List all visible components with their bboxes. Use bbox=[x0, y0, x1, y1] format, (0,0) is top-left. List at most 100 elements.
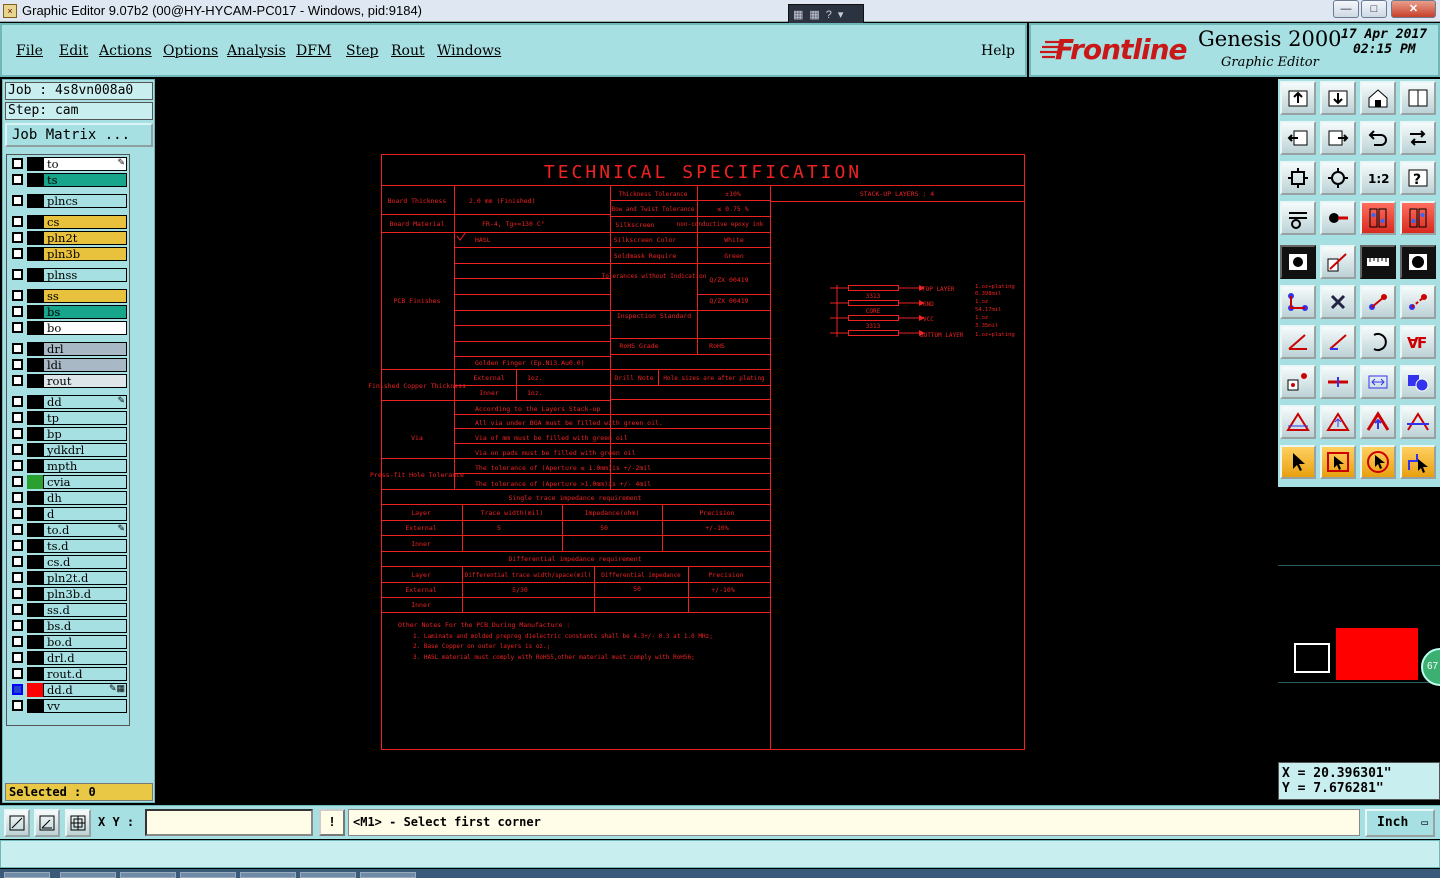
tool-triangle-line-icon[interactable] bbox=[1400, 405, 1436, 439]
tool-connect-icon[interactable] bbox=[1360, 285, 1396, 319]
layer-row-drl-d[interactable]: drl.d bbox=[9, 651, 127, 665]
layer-name[interactable]: to.d bbox=[43, 523, 127, 537]
tool-pad-icon[interactable] bbox=[1280, 245, 1316, 279]
tool-triangle-arrow-icon[interactable] bbox=[1360, 405, 1396, 439]
start-button[interactable] bbox=[4, 872, 50, 878]
layer-row-dd[interactable]: dd ✎ bbox=[9, 395, 127, 409]
tool-swap-icon[interactable] bbox=[1400, 121, 1436, 155]
layer-checkbox[interactable] bbox=[12, 444, 23, 455]
layer-row-ldi[interactable]: ldi bbox=[9, 358, 127, 372]
layer-checkbox[interactable] bbox=[12, 636, 23, 647]
layer-row-rout-d[interactable]: rout.d bbox=[9, 667, 127, 681]
tool-move-left-icon[interactable] bbox=[1280, 121, 1316, 155]
layer-row-to[interactable]: to ✎ bbox=[9, 157, 127, 171]
layer-name[interactable]: ldi bbox=[43, 358, 127, 372]
layer-row-pln3b-d[interactable]: pln3b.d bbox=[9, 587, 127, 601]
layer-name[interactable]: ydkdrl bbox=[43, 443, 127, 457]
taskbar-item[interactable] bbox=[360, 872, 416, 878]
layer-row-bo[interactable]: bo bbox=[9, 321, 127, 335]
layer-name[interactable]: plncs bbox=[43, 194, 127, 208]
units-select[interactable]: Inch ▭ bbox=[1365, 809, 1435, 837]
layer-checkbox[interactable] bbox=[12, 322, 23, 333]
layer-name[interactable]: cs bbox=[43, 215, 127, 229]
layer-checkbox[interactable] bbox=[12, 588, 23, 599]
layer-name[interactable]: dd bbox=[43, 395, 127, 409]
layer-name[interactable]: ts.d bbox=[43, 539, 127, 553]
layer-name[interactable]: bs.d bbox=[43, 619, 127, 633]
layer-checkbox[interactable] bbox=[12, 306, 23, 317]
layer-row-plnss[interactable]: plnss bbox=[9, 268, 127, 282]
tool-measure-icon[interactable] bbox=[1360, 365, 1396, 399]
layer-name[interactable]: cvia bbox=[43, 475, 127, 489]
layer-checkbox[interactable] bbox=[12, 290, 23, 301]
tool-import-icon[interactable] bbox=[1320, 81, 1356, 115]
tool-split-line-icon[interactable] bbox=[1320, 365, 1356, 399]
tool-pad-select-icon[interactable] bbox=[1280, 365, 1316, 399]
layer-name[interactable]: dh bbox=[43, 491, 127, 505]
menu-help[interactable]: Help bbox=[981, 43, 1015, 59]
layer-name[interactable]: pln3b.d bbox=[43, 587, 127, 601]
tool-zoom-center-icon[interactable] bbox=[1320, 161, 1356, 195]
prompt-alert-icon[interactable]: ! bbox=[319, 809, 345, 836]
layer-name[interactable]: cs.d bbox=[43, 555, 127, 569]
maximize-button[interactable]: □ bbox=[1361, 0, 1387, 18]
layer-row-pln2t[interactable]: pln2t bbox=[9, 231, 127, 245]
layer-checkbox[interactable] bbox=[12, 195, 23, 206]
tool-select-net-icon[interactable] bbox=[1400, 445, 1436, 479]
layer-row-ts-d[interactable]: ts.d bbox=[9, 539, 127, 553]
layer-name[interactable]: pln3b bbox=[43, 247, 127, 261]
layer-checkbox[interactable] bbox=[12, 684, 23, 695]
tool-window-icon[interactable] bbox=[1400, 81, 1436, 115]
tool-net-icon[interactable] bbox=[1280, 285, 1316, 319]
taskbar-item[interactable] bbox=[180, 872, 236, 878]
layer-row-cs[interactable]: cs bbox=[9, 215, 127, 229]
menu-step[interactable]: Step bbox=[346, 43, 378, 59]
tool-move-right-icon[interactable] bbox=[1320, 121, 1356, 155]
tool-layers-icon[interactable] bbox=[1360, 201, 1396, 235]
layer-row-bp[interactable]: bp bbox=[9, 427, 127, 441]
layer-name[interactable]: plnss bbox=[43, 268, 127, 282]
layer-name[interactable]: drl.d bbox=[43, 651, 127, 665]
layer-row-d[interactable]: d bbox=[9, 507, 127, 521]
layer-checkbox[interactable] bbox=[12, 428, 23, 439]
tool-scale-icon[interactable]: 1:2 bbox=[1360, 161, 1396, 195]
layer-name[interactable]: ss.d bbox=[43, 603, 127, 617]
tool-undo-icon[interactable] bbox=[1360, 121, 1396, 155]
tool-cross-icon[interactable] bbox=[1320, 285, 1356, 319]
menu-actions[interactable]: Actions bbox=[99, 43, 152, 59]
layer-name[interactable]: mpth bbox=[43, 459, 127, 473]
layer-row-mpth[interactable]: mpth bbox=[9, 459, 127, 473]
menu-edit[interactable]: Edit bbox=[59, 43, 88, 59]
layer-row-drl[interactable]: drl bbox=[9, 342, 127, 356]
layer-checkbox[interactable] bbox=[12, 556, 23, 567]
layer-checkbox[interactable] bbox=[12, 668, 23, 679]
layer-name[interactable]: ss bbox=[43, 289, 127, 303]
layer-row-dh[interactable]: dh bbox=[9, 491, 127, 505]
menu-dfm[interactable]: DFM bbox=[296, 43, 331, 59]
layer-row-ydkdrl[interactable]: ydkdrl bbox=[9, 443, 127, 457]
tool-select-circle-icon[interactable] bbox=[1360, 445, 1396, 479]
layer-row-ts[interactable]: ts bbox=[9, 173, 127, 187]
layer-name[interactable]: to bbox=[43, 157, 127, 171]
menu-rout[interactable]: Rout bbox=[391, 43, 425, 59]
layer-name[interactable]: d bbox=[43, 507, 127, 521]
layer-checkbox[interactable] bbox=[12, 652, 23, 663]
layer-checkbox[interactable] bbox=[12, 524, 23, 535]
tool-zoom-fit-icon[interactable] bbox=[1280, 161, 1316, 195]
layer-name[interactable]: bs bbox=[43, 305, 127, 319]
taskbar-item[interactable] bbox=[120, 872, 176, 878]
xy-input[interactable] bbox=[145, 809, 313, 836]
layer-checkbox[interactable] bbox=[12, 700, 23, 711]
layer-row-rout[interactable]: rout bbox=[9, 374, 127, 388]
layer-row-pln2t-d[interactable]: pln2t.d bbox=[9, 571, 127, 585]
tool-line-icon[interactable] bbox=[1320, 245, 1356, 279]
tool-layers-alt-icon[interactable] bbox=[1400, 201, 1436, 235]
layer-name[interactable]: rout.d bbox=[43, 667, 127, 681]
layer-row-ss-d[interactable]: ss.d bbox=[9, 603, 127, 617]
tool-help-icon[interactable]: ? bbox=[1400, 161, 1436, 195]
layer-checkbox[interactable] bbox=[12, 375, 23, 386]
close-button[interactable]: ✕ bbox=[1391, 0, 1436, 18]
layer-name[interactable]: rout bbox=[43, 374, 127, 388]
layer-checkbox[interactable] bbox=[12, 343, 23, 354]
layer-row-plncs[interactable]: plncs bbox=[9, 194, 127, 208]
